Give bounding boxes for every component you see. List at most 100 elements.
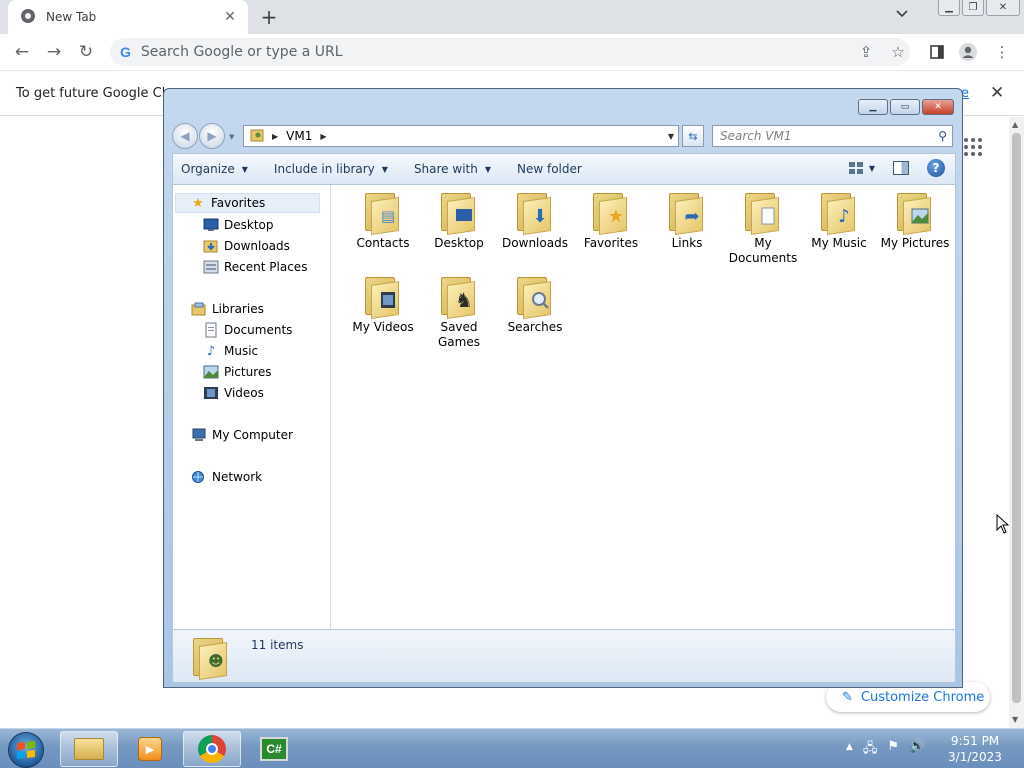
explorer-search-input[interactable]	[720, 129, 930, 143]
explorer-minimize-button[interactable]: ▁	[858, 99, 888, 115]
profile-avatar-icon[interactable]	[958, 42, 978, 62]
folder-item-my-videos[interactable]: My Videos	[345, 275, 421, 335]
nav-item-label: Favorites	[211, 196, 266, 210]
nav-item-favorites[interactable]: ★ Favorites	[175, 193, 320, 213]
taskbar-chrome[interactable]	[183, 731, 241, 767]
folder-item-links[interactable]: ➦ Links	[649, 191, 725, 251]
explorer-close-button[interactable]: ✕	[922, 99, 954, 115]
videos-film-icon	[203, 385, 219, 401]
folder-item-my-pictures[interactable]: My Pictures	[877, 191, 953, 251]
nav-item-videos[interactable]: Videos	[203, 383, 264, 403]
back-arrow-icon[interactable]: ←	[11, 41, 33, 63]
nav-item-my-computer[interactable]: My Computer	[191, 425, 293, 445]
organize-button[interactable]: Organize ▼	[181, 162, 248, 176]
tab-close-icon[interactable]: ✕	[220, 7, 240, 27]
folder-item-contacts[interactable]: ▤ Contacts	[345, 191, 421, 251]
recent-pages-dropdown-icon[interactable]: ▼	[229, 133, 234, 149]
nav-item-network[interactable]: Network	[191, 467, 262, 487]
chevron-down-icon: ▼	[484, 164, 491, 174]
chevron-down-icon: ▼	[241, 164, 248, 174]
chrome-restore-button[interactable]: ❐	[962, 0, 984, 16]
new-folder-label: New folder	[517, 162, 582, 176]
share-icon[interactable]: ⇪	[856, 42, 876, 62]
folder-item-searches[interactable]: Searches	[497, 275, 573, 335]
folder-item-saved-games[interactable]: ♞ Saved Games	[421, 275, 497, 350]
view-grid-icon	[848, 162, 863, 174]
chrome-tab-strip: New Tab ✕ + ▁ ❐ ✕	[0, 0, 1024, 34]
help-icon[interactable]: ?	[927, 159, 945, 177]
chrome-menu-icon[interactable]: ⋮	[992, 42, 1012, 62]
address-bar[interactable]: ▶ VM1 ▶ ▼	[243, 125, 679, 147]
taskbar-clock[interactable]: 9:51 PM 3/1/2023	[940, 733, 1010, 765]
taskbar-explorer[interactable]	[60, 731, 118, 767]
share-with-button[interactable]: Share with ▼	[414, 162, 491, 176]
folder-item-favorites[interactable]: ★ Favorites	[573, 191, 649, 251]
details-pane: ☻ 11 items	[172, 629, 956, 683]
taskbar-csharp[interactable]: C#	[245, 731, 303, 767]
nav-item-libraries[interactable]: Libraries	[191, 299, 264, 319]
nav-item-pictures[interactable]: Pictures	[203, 362, 272, 382]
explorer-maximize-button[interactable]: ▭	[890, 99, 920, 115]
include-in-library-button[interactable]: Include in library ▼	[274, 162, 388, 176]
explorer-window-controls: ▁ ▭ ✕	[856, 99, 954, 115]
address-dropdown-icon[interactable]: ▼	[668, 132, 674, 141]
reload-icon[interactable]: ↻	[75, 41, 97, 63]
explorer-forward-icon[interactable]: ▶	[199, 123, 225, 149]
new-tab-button[interactable]: +	[258, 5, 280, 29]
nav-item-documents[interactable]: Documents	[203, 320, 292, 340]
crumb-arrow-icon[interactable]: ▶	[272, 132, 278, 141]
scrollbar-thumb[interactable]	[1012, 133, 1021, 703]
desktop-icon	[439, 191, 479, 235]
system-tray: ▲ 🖧 ⚑ 🔊	[846, 739, 925, 761]
nav-item-downloads[interactable]: Downloads	[203, 236, 290, 256]
forward-arrow-icon[interactable]: →	[43, 41, 65, 63]
nav-item-label: Music	[224, 344, 259, 358]
google-apps-icon[interactable]	[964, 138, 982, 156]
folder-label: Searches	[507, 320, 563, 334]
taskbar: ▶ C# ▲ 🖧 ⚑ 🔊 9:51 PM 3/1/2023	[0, 728, 1024, 768]
pencil-icon: ✎	[842, 689, 853, 705]
contacts-icon: ▤	[363, 191, 403, 235]
volume-icon[interactable]: 🔊	[909, 739, 925, 761]
start-button[interactable]	[8, 732, 44, 768]
folder-item-my-documents[interactable]: My Documents	[725, 191, 801, 266]
scroll-down-icon[interactable]: ▼	[1012, 715, 1018, 724]
folder-item-my-music[interactable]: ♪ My Music	[801, 191, 877, 251]
change-view-button[interactable]: ▼	[848, 162, 875, 174]
folder-item-desktop[interactable]: Desktop	[421, 191, 497, 251]
side-panel-icon[interactable]	[927, 42, 947, 62]
explorer-back-icon[interactable]: ◀	[172, 123, 198, 149]
folder-item-downloads[interactable]: ⬇ Downloads	[497, 191, 573, 251]
page-scrollbar[interactable]: ▲ ▼	[1009, 117, 1024, 728]
chrome-minimize-button[interactable]: ▁	[938, 0, 960, 16]
bookmark-star-icon[interactable]: ☆	[888, 42, 908, 62]
preview-pane-icon[interactable]	[893, 161, 909, 175]
folder-label: My Videos	[352, 320, 414, 334]
omnibox-input[interactable]	[140, 44, 841, 60]
file-list: ▤ Contacts Desktop ⬇ Downloads ★ Favorit…	[331, 185, 957, 629]
taskbar-media-player[interactable]: ▶	[121, 731, 179, 767]
address-crumb[interactable]: VM1	[286, 129, 312, 143]
computer-icon	[191, 427, 207, 443]
search-icon[interactable]: ⚲	[938, 129, 947, 143]
chrome-logo-icon	[198, 735, 226, 763]
network-tray-icon[interactable]: 🖧	[863, 739, 878, 761]
star-icon: ★	[591, 191, 631, 235]
info-bar-close-icon[interactable]: ✕	[990, 83, 1004, 103]
omnibox[interactable]: G	[110, 38, 910, 66]
tab-new-tab[interactable]: New Tab ✕	[8, 0, 248, 34]
organize-label: Organize	[181, 162, 235, 176]
nav-item-music[interactable]: ♪ Music	[203, 341, 258, 361]
crumb-arrow-icon[interactable]: ▶	[320, 132, 326, 141]
scroll-up-icon[interactable]: ▲	[1012, 120, 1018, 129]
refresh-icon[interactable]: ⇆	[682, 125, 704, 147]
chrome-close-button[interactable]: ✕	[986, 0, 1020, 16]
action-center-flag-icon[interactable]: ⚑	[887, 739, 899, 761]
nav-item-desktop[interactable]: Desktop	[203, 215, 274, 235]
nav-item-recent-places[interactable]: Recent Places	[203, 257, 307, 277]
explorer-search-box[interactable]: ⚲	[712, 125, 953, 147]
show-hidden-icons-icon[interactable]: ▲	[846, 742, 853, 761]
tab-search-chevron-icon[interactable]	[895, 8, 915, 26]
clock-date: 3/1/2023	[948, 750, 1002, 764]
new-folder-button[interactable]: New folder	[517, 162, 582, 176]
